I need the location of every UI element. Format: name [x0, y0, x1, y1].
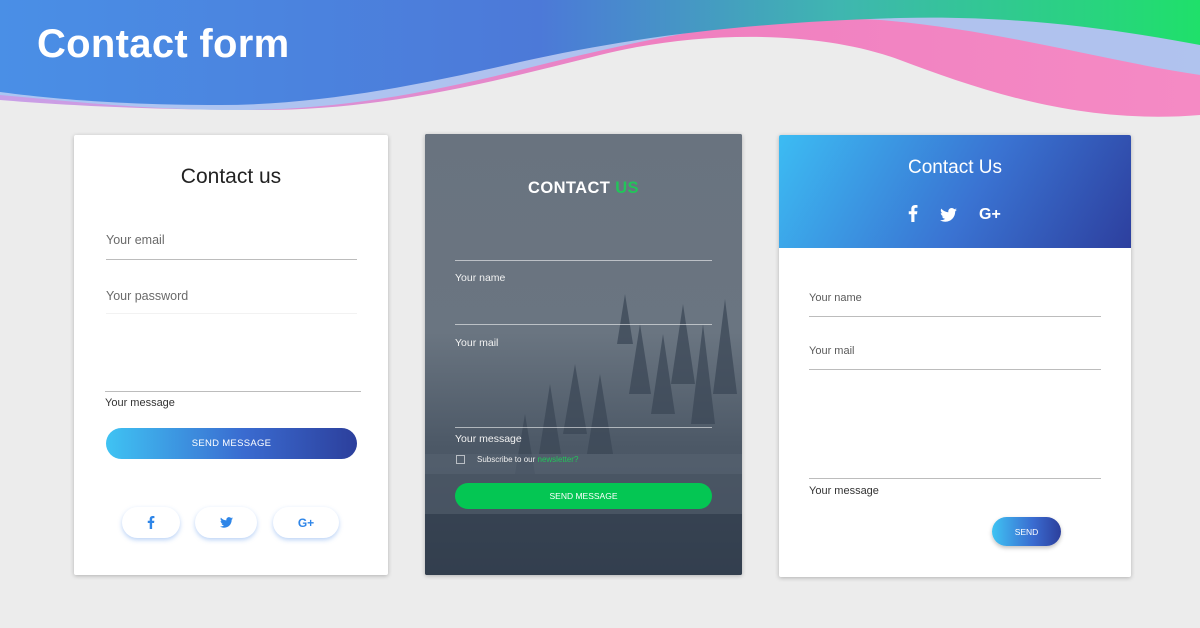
twitter-icon[interactable]	[940, 208, 957, 222]
mail-underline	[809, 369, 1101, 370]
card-title: Contact us	[180, 165, 282, 188]
name-field[interactable]: Your name	[809, 292, 862, 304]
message-field[interactable]	[455, 427, 712, 428]
facebook-button[interactable]	[122, 507, 180, 538]
newsletter-link[interactable]: newsletter?	[538, 455, 579, 464]
facebook-icon	[147, 516, 155, 529]
mail-field[interactable]: Your mail	[809, 345, 854, 357]
page-title: Contact form	[37, 22, 290, 66]
top-divider	[455, 260, 712, 261]
card-title: Contact Us	[908, 157, 1002, 178]
send-message-button[interactable]: SEND MESSAGE	[106, 428, 357, 459]
twitter-button[interactable]	[195, 507, 257, 538]
contact-card-forest: CONTACT US Your name Your mail Your mess…	[425, 134, 742, 575]
subscribe-checkbox[interactable]	[456, 455, 465, 464]
message-label: Your message	[809, 485, 879, 497]
subscribe-label: Subscribe to our	[477, 455, 536, 464]
email-field[interactable]: Your email	[106, 233, 165, 247]
send-message-button[interactable]: SEND MESSAGE	[455, 483, 712, 509]
password-underline	[106, 313, 357, 314]
message-label: Your message	[455, 433, 522, 445]
twitter-icon	[219, 517, 233, 528]
card-header	[779, 135, 1131, 248]
message-field[interactable]	[809, 478, 1101, 479]
google-plus-button[interactable]: G+	[273, 507, 339, 538]
mail-field[interactable]: Your mail	[455, 337, 498, 349]
send-button[interactable]: SEND	[992, 517, 1061, 546]
name-underline	[809, 316, 1101, 317]
message-field[interactable]	[105, 391, 361, 392]
subscribe-text: Subscribe to our newsletter?	[477, 455, 578, 464]
password-field[interactable]: Your password	[106, 289, 188, 303]
title-part1: CONTACT	[528, 179, 611, 197]
google-plus-icon: G+	[297, 515, 315, 530]
facebook-icon[interactable]	[908, 205, 918, 222]
email-underline	[106, 259, 357, 260]
contact-card-light: Contact us Your email Your password Your…	[74, 135, 388, 575]
contact-card-gradient: Contact Us G+ Your name Your mail Your m…	[779, 135, 1131, 577]
name-underline	[455, 324, 712, 325]
card-title: CONTACT US	[425, 179, 742, 198]
name-field[interactable]: Your name	[455, 272, 505, 284]
google-plus-icon[interactable]: G+	[979, 206, 1001, 224]
title-part2: US	[615, 179, 639, 197]
message-label: Your message	[105, 397, 175, 409]
